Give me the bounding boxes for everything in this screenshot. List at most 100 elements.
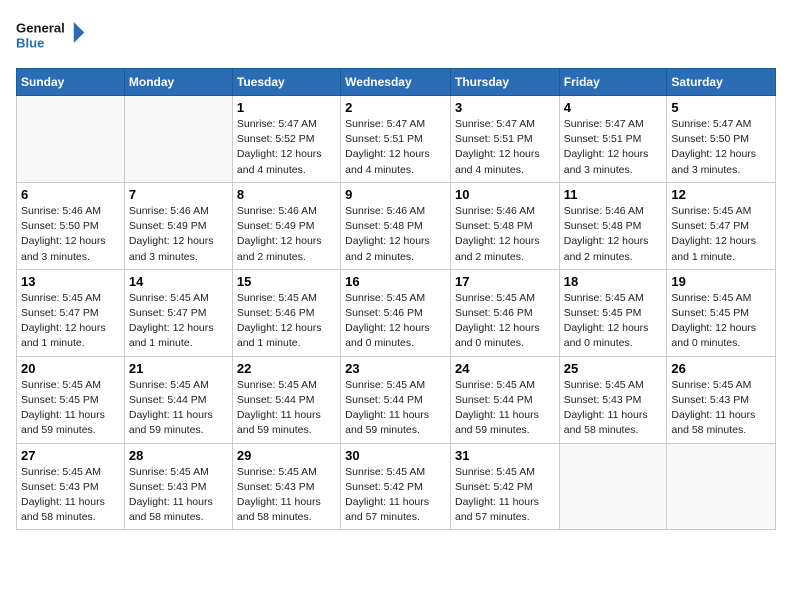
weekday-header-sunday: Sunday [17, 69, 125, 96]
day-info: Sunrise: 5:45 AM Sunset: 5:47 PM Dayligh… [671, 204, 771, 265]
day-info: Sunrise: 5:45 AM Sunset: 5:44 PM Dayligh… [455, 378, 555, 439]
calendar-week-3: 13Sunrise: 5:45 AM Sunset: 5:47 PM Dayli… [17, 269, 776, 356]
calendar-cell [667, 443, 776, 530]
day-number: 18 [564, 274, 663, 289]
calendar-cell [559, 443, 667, 530]
calendar-cell: 24 Sunrise: 5:45 AM Sunset: 5:44 PM Dayli… [450, 356, 559, 443]
day-number: 16 [345, 274, 446, 289]
calendar-cell: 9 Sunrise: 5:46 AM Sunset: 5:48 PM Daylig… [341, 182, 451, 269]
day-info: Sunrise: 5:45 AM Sunset: 5:42 PM Dayligh… [345, 465, 446, 526]
calendar-cell: 20Sunrise: 5:45 AM Sunset: 5:45 PM Dayli… [17, 356, 125, 443]
calendar-cell: 22 Sunrise: 5:45 AM Sunset: 5:44 PM Dayli… [232, 356, 340, 443]
calendar-cell: 4Sunrise: 5:47 AM Sunset: 5:51 PM Daylig… [559, 96, 667, 183]
weekday-header-saturday: Saturday [667, 69, 776, 96]
day-number: 4 [564, 100, 663, 115]
day-info: Sunrise: 5:45 AM Sunset: 5:43 PM Dayligh… [21, 465, 120, 526]
day-number: 10 [455, 187, 555, 202]
day-number: 8 [237, 187, 336, 202]
svg-text:Blue: Blue [16, 35, 44, 50]
calendar-cell: 10Sunrise: 5:46 AM Sunset: 5:48 PM Dayli… [450, 182, 559, 269]
day-info: Sunrise: 5:45 AM Sunset: 5:45 PM Dayligh… [564, 291, 663, 352]
day-info: Sunrise: 5:45 AM Sunset: 5:47 PM Dayligh… [21, 291, 120, 352]
day-number: 2 [345, 100, 446, 115]
day-info: Sunrise: 5:46 AM Sunset: 5:49 PM Dayligh… [129, 204, 228, 265]
day-number: 26 [671, 361, 771, 376]
day-info: Sunrise: 5:45 AM Sunset: 5:43 PM Dayligh… [564, 378, 663, 439]
day-info: Sunrise: 5:47 AM Sunset: 5:50 PM Dayligh… [671, 117, 771, 178]
day-number: 20 [21, 361, 120, 376]
weekday-header-monday: Monday [124, 69, 232, 96]
day-number: 11 [564, 187, 663, 202]
day-number: 5 [671, 100, 771, 115]
weekday-header-friday: Friday [559, 69, 667, 96]
calendar-week-2: 6 Sunrise: 5:46 AM Sunset: 5:50 PM Daylig… [17, 182, 776, 269]
day-info: Sunrise: 5:46 AM Sunset: 5:48 PM Dayligh… [564, 204, 663, 265]
day-info: Sunrise: 5:45 AM Sunset: 5:43 PM Dayligh… [671, 378, 771, 439]
calendar-cell: 18 Sunrise: 5:45 AM Sunset: 5:45 PM Dayli… [559, 269, 667, 356]
day-info: Sunrise: 5:46 AM Sunset: 5:50 PM Dayligh… [21, 204, 120, 265]
calendar-cell: 17 Sunrise: 5:45 AM Sunset: 5:46 PM Dayli… [450, 269, 559, 356]
day-info: Sunrise: 5:45 AM Sunset: 5:46 PM Dayligh… [345, 291, 446, 352]
day-info: Sunrise: 5:47 AM Sunset: 5:51 PM Dayligh… [455, 117, 555, 178]
day-info: Sunrise: 5:45 AM Sunset: 5:43 PM Dayligh… [237, 465, 336, 526]
day-number: 14 [129, 274, 228, 289]
day-info: Sunrise: 5:47 AM Sunset: 5:52 PM Dayligh… [237, 117, 336, 178]
calendar-cell [124, 96, 232, 183]
calendar-cell: 19 Sunrise: 5:45 AM Sunset: 5:45 PM Dayli… [667, 269, 776, 356]
calendar-cell: 21 Sunrise: 5:45 AM Sunset: 5:44 PM Dayli… [124, 356, 232, 443]
calendar-cell: 1 Sunrise: 5:47 AM Sunset: 5:52 PM Daylig… [232, 96, 340, 183]
weekday-header-tuesday: Tuesday [232, 69, 340, 96]
calendar-cell: 7 Sunrise: 5:46 AM Sunset: 5:49 PM Daylig… [124, 182, 232, 269]
day-number: 29 [237, 448, 336, 463]
day-info: Sunrise: 5:45 AM Sunset: 5:47 PM Dayligh… [129, 291, 228, 352]
day-number: 12 [671, 187, 771, 202]
logo-svg: General Blue [16, 16, 86, 56]
calendar-week-1: 1 Sunrise: 5:47 AM Sunset: 5:52 PM Daylig… [17, 96, 776, 183]
svg-text:General: General [16, 21, 65, 36]
day-number: 22 [237, 361, 336, 376]
day-number: 1 [237, 100, 336, 115]
day-number: 19 [671, 274, 771, 289]
day-info: Sunrise: 5:45 AM Sunset: 5:44 PM Dayligh… [345, 378, 446, 439]
calendar-week-5: 27 Sunrise: 5:45 AM Sunset: 5:43 PM Dayli… [17, 443, 776, 530]
day-info: Sunrise: 5:47 AM Sunset: 5:51 PM Dayligh… [345, 117, 446, 178]
day-info: Sunrise: 5:45 AM Sunset: 5:42 PM Dayligh… [455, 465, 555, 526]
day-number: 24 [455, 361, 555, 376]
day-info: Sunrise: 5:45 AM Sunset: 5:43 PM Dayligh… [129, 465, 228, 526]
day-number: 6 [21, 187, 120, 202]
weekday-header-wednesday: Wednesday [341, 69, 451, 96]
page-header: General Blue [16, 16, 776, 56]
calendar-cell: 16 Sunrise: 5:45 AM Sunset: 5:46 PM Dayli… [341, 269, 451, 356]
calendar-cell: 13Sunrise: 5:45 AM Sunset: 5:47 PM Dayli… [17, 269, 125, 356]
day-number: 30 [345, 448, 446, 463]
day-info: Sunrise: 5:46 AM Sunset: 5:48 PM Dayligh… [345, 204, 446, 265]
day-info: Sunrise: 5:45 AM Sunset: 5:44 PM Dayligh… [237, 378, 336, 439]
day-number: 17 [455, 274, 555, 289]
day-number: 7 [129, 187, 228, 202]
calendar-cell [17, 96, 125, 183]
calendar-cell: 31 Sunrise: 5:45 AM Sunset: 5:42 PM Dayli… [450, 443, 559, 530]
day-info: Sunrise: 5:45 AM Sunset: 5:46 PM Dayligh… [455, 291, 555, 352]
day-info: Sunrise: 5:45 AM Sunset: 5:45 PM Dayligh… [671, 291, 771, 352]
calendar-cell: 8 Sunrise: 5:46 AM Sunset: 5:49 PM Daylig… [232, 182, 340, 269]
day-number: 23 [345, 361, 446, 376]
day-number: 25 [564, 361, 663, 376]
day-info: Sunrise: 5:46 AM Sunset: 5:49 PM Dayligh… [237, 204, 336, 265]
calendar-cell: 11 Sunrise: 5:46 AM Sunset: 5:48 PM Dayli… [559, 182, 667, 269]
day-info: Sunrise: 5:45 AM Sunset: 5:46 PM Dayligh… [237, 291, 336, 352]
day-number: 28 [129, 448, 228, 463]
calendar-cell: 30 Sunrise: 5:45 AM Sunset: 5:42 PM Dayli… [341, 443, 451, 530]
calendar-cell: 28 Sunrise: 5:45 AM Sunset: 5:43 PM Dayli… [124, 443, 232, 530]
calendar-cell: 12 Sunrise: 5:45 AM Sunset: 5:47 PM Dayli… [667, 182, 776, 269]
weekday-header-thursday: Thursday [450, 69, 559, 96]
day-number: 3 [455, 100, 555, 115]
day-number: 21 [129, 361, 228, 376]
calendar-cell: 27 Sunrise: 5:45 AM Sunset: 5:43 PM Dayli… [17, 443, 125, 530]
day-number: 27 [21, 448, 120, 463]
day-number: 9 [345, 187, 446, 202]
day-number: 31 [455, 448, 555, 463]
calendar-cell: 23 Sunrise: 5:45 AM Sunset: 5:44 PM Dayli… [341, 356, 451, 443]
calendar-cell: 5 Sunrise: 5:47 AM Sunset: 5:50 PM Daylig… [667, 96, 776, 183]
calendar-cell: 15Sunrise: 5:45 AM Sunset: 5:46 PM Dayli… [232, 269, 340, 356]
day-info: Sunrise: 5:45 AM Sunset: 5:44 PM Dayligh… [129, 378, 228, 439]
